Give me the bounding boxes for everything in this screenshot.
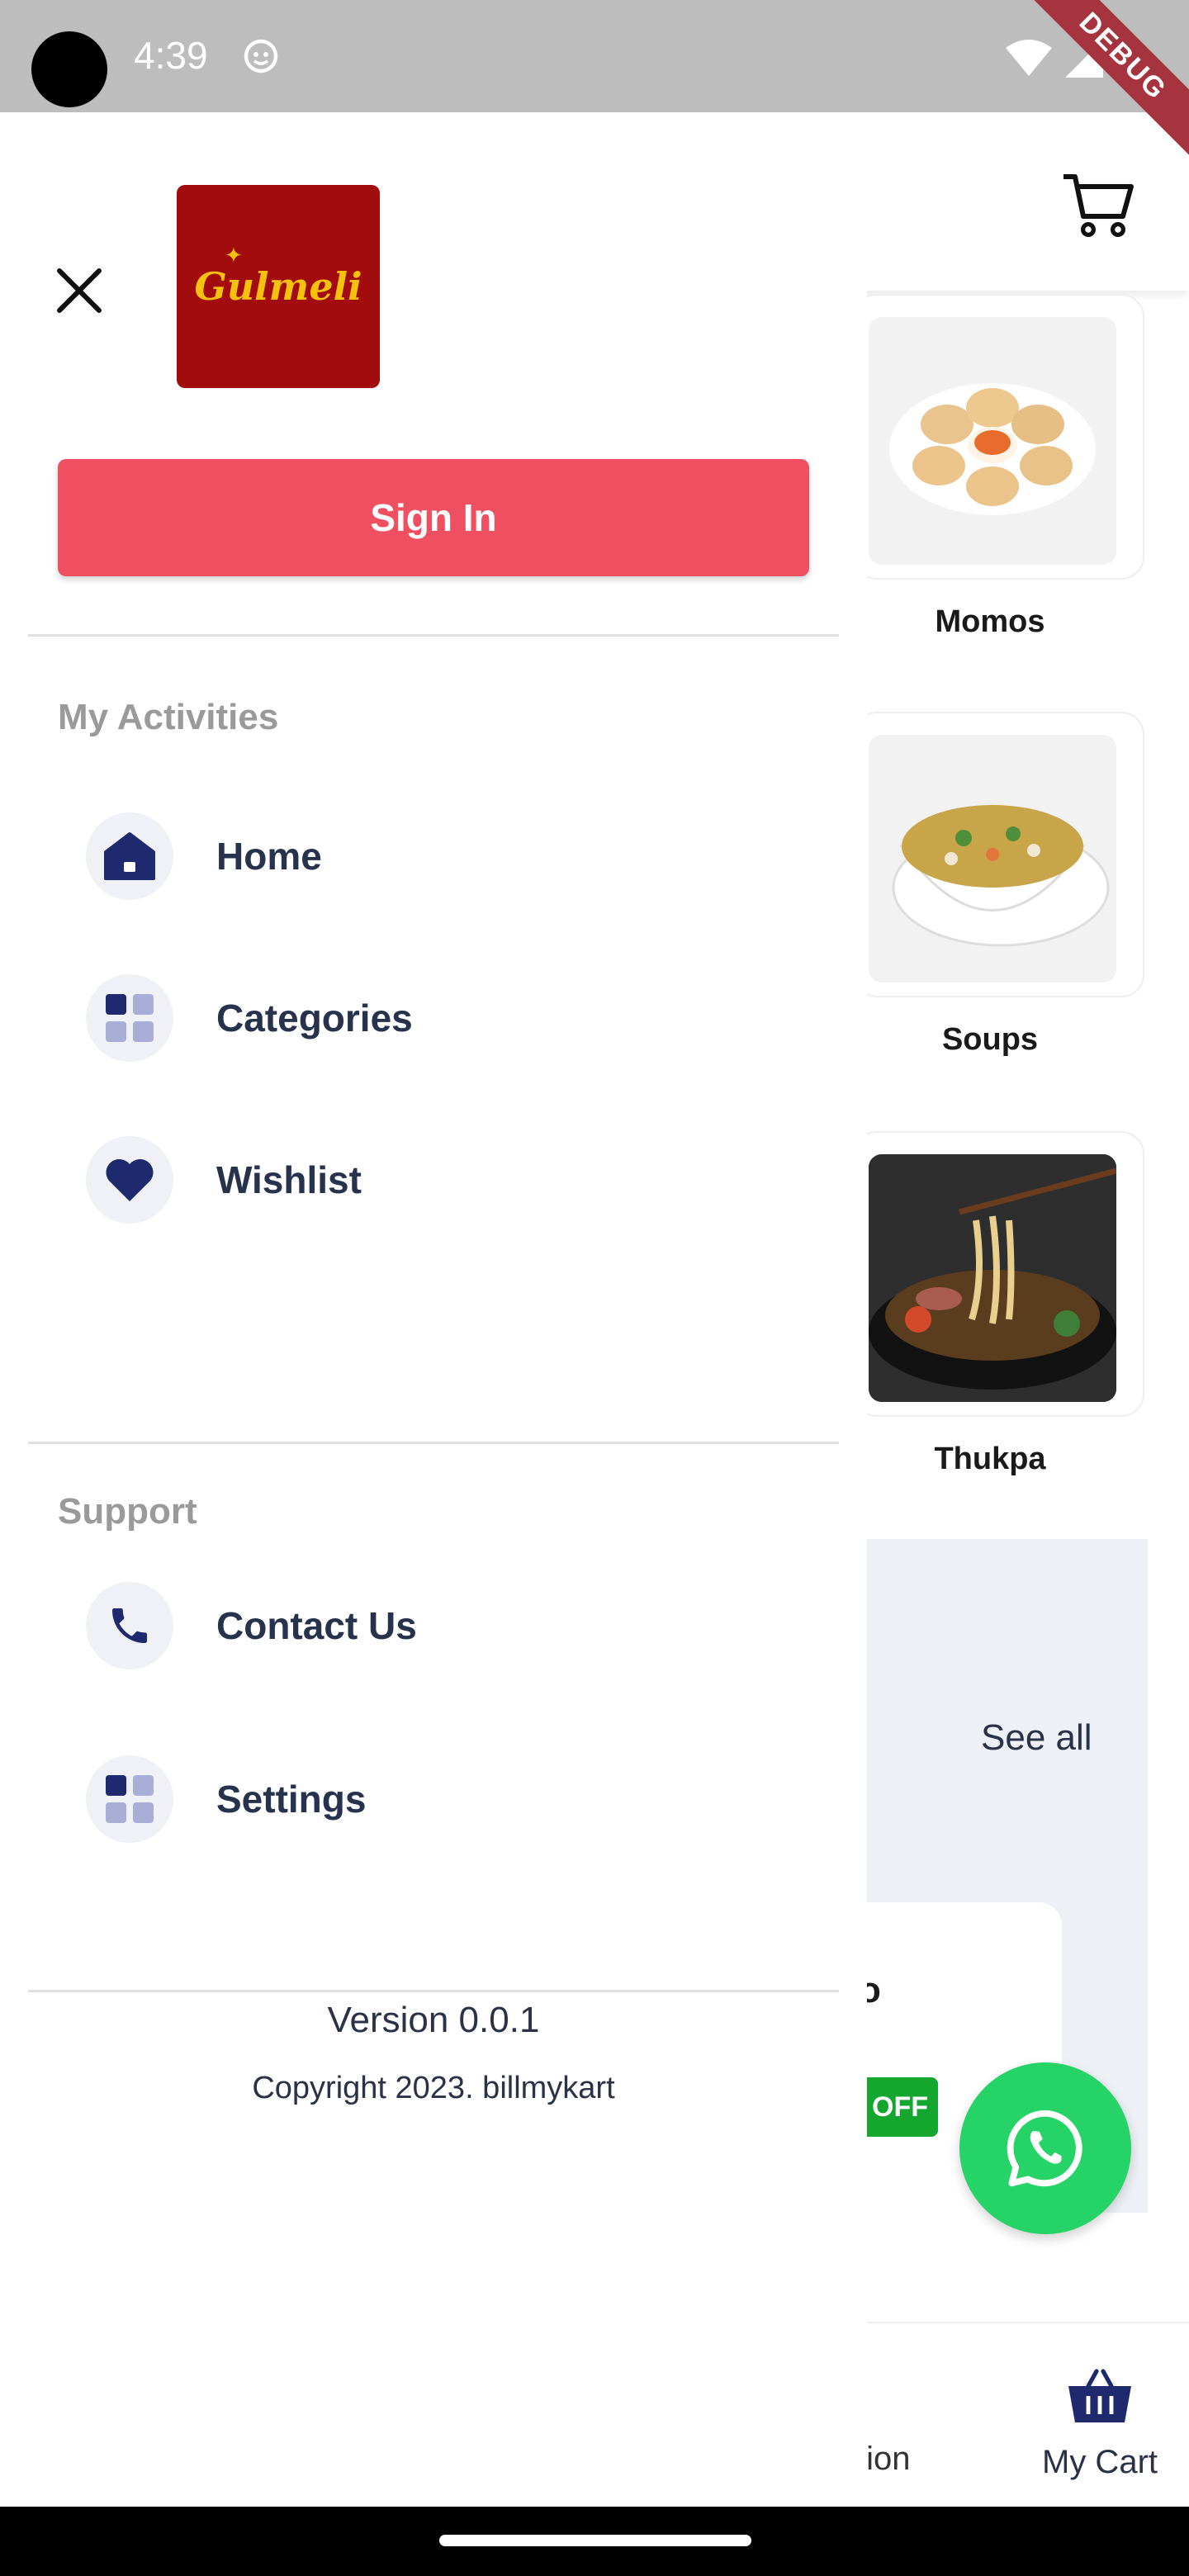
category-card-soups[interactable] xyxy=(854,712,1144,997)
whatsapp-icon xyxy=(1007,2110,1082,2187)
menu-item-home[interactable]: Home xyxy=(86,811,812,902)
menu-item-categories[interactable]: Categories xyxy=(86,973,812,1063)
phone-icon xyxy=(112,1608,147,1643)
menu-label: Home xyxy=(216,835,322,878)
sparkle-icon: ✦ xyxy=(225,243,243,268)
menu-item-wishlist[interactable]: Wishlist xyxy=(86,1134,812,1225)
category-label: Thukpa xyxy=(934,1442,1046,1476)
wifi-icon xyxy=(1006,40,1052,76)
menu-icon-container xyxy=(86,812,173,900)
grid-icon xyxy=(106,994,154,1042)
menu-label: Contact Us xyxy=(216,1604,417,1647)
see-all-link[interactable]: See all xyxy=(981,1717,1092,1759)
my-cart-label[interactable]: My Cart xyxy=(1034,2444,1166,2481)
category-card-thukpa[interactable] xyxy=(854,1131,1144,1417)
copyright-text: Copyright 2023. billmykart xyxy=(252,2071,615,2105)
brand-logo: ✦ Gulmeli xyxy=(177,185,380,388)
sign-in-button[interactable]: Sign In xyxy=(58,459,809,576)
status-time: 4:39 xyxy=(134,34,208,77)
menu-label: Wishlist xyxy=(216,1158,362,1201)
notification-icon xyxy=(244,39,278,73)
category-label: Soups xyxy=(941,1022,1039,1057)
menu-label: Categories xyxy=(216,997,413,1039)
heart-icon xyxy=(106,1158,154,1201)
whatsapp-button[interactable] xyxy=(959,2062,1131,2234)
menu-icon-container xyxy=(86,1582,173,1669)
camera-cutout xyxy=(31,31,107,107)
divider xyxy=(28,1990,839,1992)
divider xyxy=(28,634,839,637)
momos-image xyxy=(869,317,1116,565)
category-label: Momos xyxy=(935,604,1045,639)
menu-icon-container xyxy=(86,1136,173,1224)
home-icon xyxy=(104,832,155,880)
grid-icon xyxy=(106,1775,154,1823)
close-icon xyxy=(57,268,102,313)
status-bar: 4:39 xyxy=(0,0,1189,112)
menu-icon-container xyxy=(86,1755,173,1843)
section-title-support: Support xyxy=(58,1491,197,1532)
discount-badge-text: OFF xyxy=(872,2091,928,2123)
thukpa-image xyxy=(869,1154,1116,1402)
logo-text: Gulmeli xyxy=(194,264,362,309)
cart-icon[interactable] xyxy=(1060,167,1136,243)
menu-item-settings[interactable]: Settings xyxy=(86,1754,812,1844)
basket-icon[interactable] xyxy=(1067,2366,1133,2426)
soup-image xyxy=(869,735,1116,983)
home-gesture-handle[interactable] xyxy=(439,2535,751,2546)
menu-icon-container xyxy=(86,974,173,1062)
menu-label: Settings xyxy=(216,1778,367,1821)
section-title-activities: My Activities xyxy=(58,697,279,737)
divider xyxy=(28,1442,839,1444)
discount-badge: OFF xyxy=(859,2077,938,2137)
close-button[interactable] xyxy=(50,261,109,320)
menu-item-contact-us[interactable]: Contact Us xyxy=(86,1580,812,1671)
category-card-momos[interactable] xyxy=(854,294,1144,580)
navigation-drawer: ✦ Gulmeli Sign In My Activities Home Cat… xyxy=(0,112,867,2507)
app-version: Version 0.0.1 xyxy=(327,2000,540,2040)
